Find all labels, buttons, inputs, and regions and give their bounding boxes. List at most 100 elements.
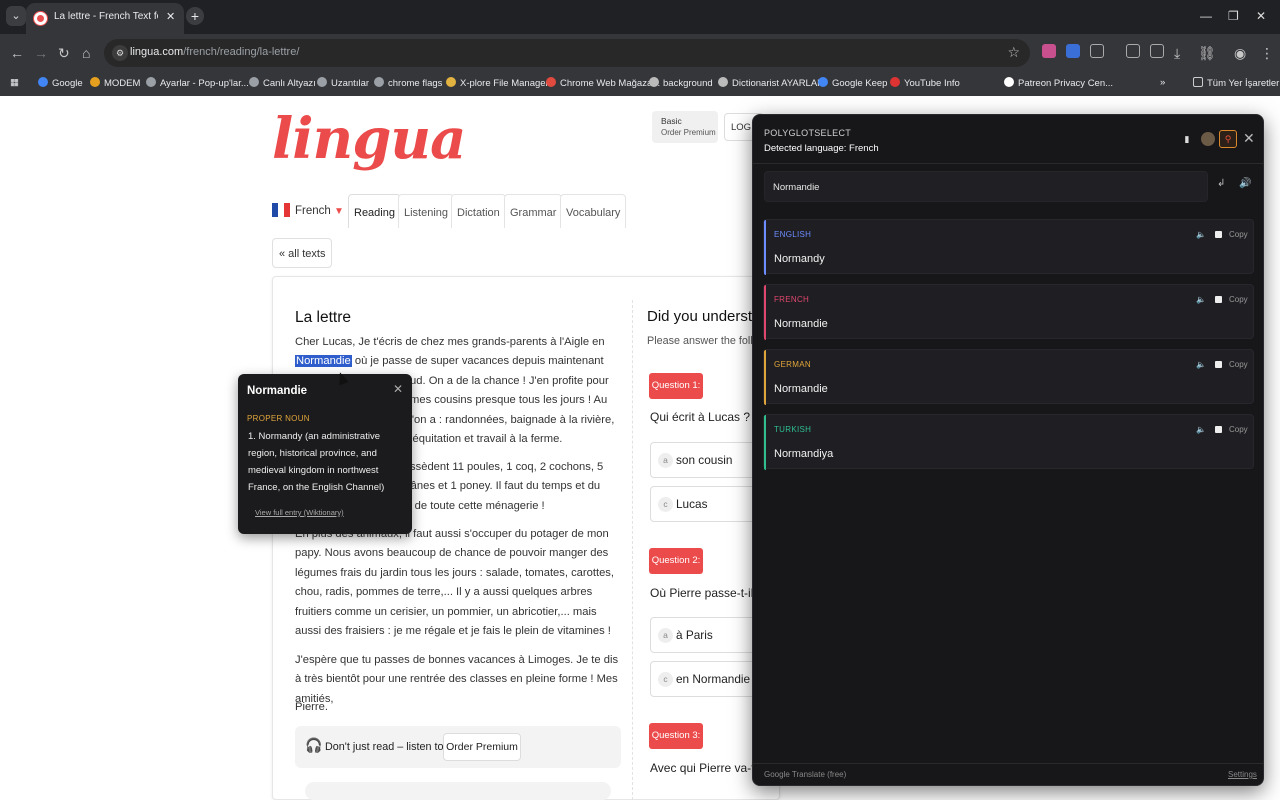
tab-dictation[interactable]: Dictation bbox=[451, 194, 506, 228]
all-bookmarks-link[interactable]: Tüm Yer İşaretleri bbox=[1193, 77, 1280, 89]
stop-icon[interactable] bbox=[1215, 231, 1222, 238]
bookmark-item[interactable]: YouTube Info bbox=[890, 77, 960, 89]
question-badge: Question 1: bbox=[649, 373, 703, 399]
pin-icon[interactable]: ⚲ bbox=[1219, 130, 1237, 148]
bookmark-item[interactable]: Dictionarist AYARLARI bbox=[718, 77, 827, 89]
browser-tab-active[interactable]: La lettre - French Text for Beginners ✕ bbox=[26, 3, 184, 34]
bookmark-favicon-icon bbox=[90, 77, 100, 87]
bookmark-item[interactable]: Patreon Privacy Cen... bbox=[1004, 77, 1113, 89]
url-text: lingua.com/french/reading/la-lettre/ bbox=[130, 46, 300, 58]
translation-input[interactable]: Normandie bbox=[764, 171, 1208, 202]
bookmark-favicon-icon bbox=[146, 77, 156, 87]
restore-icon[interactable]: ❐ bbox=[1228, 9, 1239, 23]
tab-listening[interactable]: Listening bbox=[398, 194, 455, 228]
definition-text: 1. Normandy (an administrative region, h… bbox=[248, 431, 385, 493]
question-text: Avec qui Pierre va-t-il faire du vélo ? bbox=[650, 761, 755, 775]
home-icon[interactable]: ⌂ bbox=[82, 45, 90, 61]
tab-vocabulary[interactable]: Vocabulary bbox=[560, 194, 627, 228]
speaker-icon[interactable]: 🔈 bbox=[1196, 295, 1206, 304]
extension-icon[interactable] bbox=[1150, 44, 1164, 58]
translation-result-german: GERMAN Normandie 🔈 Copy bbox=[763, 349, 1254, 405]
close-panel-icon[interactable]: ✕ bbox=[1243, 130, 1255, 147]
bookmark-star-icon[interactable]: ☆ bbox=[1007, 44, 1020, 61]
panel-footer: Google Translate (free) bbox=[764, 770, 847, 779]
swap-icon[interactable]: ↲ bbox=[1217, 178, 1225, 189]
apps-grid-icon[interactable]: ▦ bbox=[10, 77, 19, 88]
stop-icon[interactable] bbox=[1215, 361, 1222, 368]
caret-down-icon: ▼ bbox=[334, 206, 344, 217]
address-bar[interactable]: ⚙ lingua.com/french/reading/la-lettre/ ☆ bbox=[104, 39, 1030, 67]
copy-button[interactable]: Copy bbox=[1229, 295, 1248, 304]
copy-button[interactable]: Copy bbox=[1229, 230, 1248, 239]
question-text: Qui écrit à Lucas ? bbox=[650, 410, 751, 424]
bookmark-item[interactable]: MODEM bbox=[90, 77, 140, 89]
question-badge: Question 3: bbox=[649, 723, 703, 749]
article-paragraph: En plus des animaux, il faut aussi s'occ… bbox=[295, 528, 614, 638]
bookmark-item[interactable]: chrome flags bbox=[374, 77, 442, 89]
answer-option[interactable]: a son cousin bbox=[650, 442, 760, 478]
link-icon[interactable]: ⛓ bbox=[1198, 45, 1216, 62]
forward-icon[interactable]: → bbox=[34, 45, 48, 61]
answer-option[interactable]: c Lucas bbox=[650, 486, 760, 522]
order-premium-button[interactable]: Order Premium bbox=[443, 733, 521, 761]
all-texts-button[interactable]: « all texts bbox=[272, 238, 333, 268]
stop-icon[interactable] bbox=[1215, 426, 1222, 433]
settings-link[interactable]: Settings bbox=[1228, 770, 1257, 779]
tab-close-icon[interactable]: ✕ bbox=[166, 10, 175, 23]
bookmark-favicon-icon bbox=[1004, 77, 1014, 87]
bookmark-favicon-icon bbox=[446, 77, 456, 87]
profile-icon[interactable]: ◉ bbox=[1234, 45, 1246, 62]
plan-badge[interactable]: Basic Order Premium bbox=[652, 111, 718, 143]
extension-icon[interactable] bbox=[1066, 44, 1080, 58]
tab-title: La lettre - French Text for Beginners bbox=[54, 11, 158, 22]
part-of-speech: PROPER NOUN bbox=[247, 414, 310, 423]
audio-player[interactable] bbox=[305, 782, 611, 800]
bookmark-favicon-icon bbox=[649, 77, 659, 87]
clipboard-icon[interactable]: ▮ bbox=[1180, 132, 1194, 146]
extension-icon[interactable] bbox=[1126, 44, 1140, 58]
speaker-icon[interactable]: 🔊 bbox=[1239, 178, 1251, 189]
stop-icon[interactable] bbox=[1215, 296, 1222, 303]
translation-result-french: FRENCH Normandie 🔈 Copy bbox=[763, 284, 1254, 340]
article-signature: Pierre. bbox=[295, 701, 328, 713]
bookmark-item[interactable]: Google bbox=[38, 77, 83, 89]
extensions-puzzle-icon[interactable] bbox=[1090, 44, 1104, 58]
new-tab-button[interactable]: + bbox=[186, 7, 204, 25]
extension-icon[interactable] bbox=[1042, 44, 1056, 58]
wiktionary-link[interactable]: View full entry (Wiktionary) bbox=[255, 508, 344, 517]
menu-icon[interactable]: ⋮ bbox=[1260, 45, 1274, 62]
tab-reading[interactable]: Reading bbox=[348, 194, 401, 228]
speaker-icon[interactable]: 🔈 bbox=[1196, 425, 1206, 434]
language-selector[interactable]: French ▼ bbox=[272, 203, 344, 217]
speaker-icon[interactable]: 🔈 bbox=[1196, 360, 1206, 369]
answer-option[interactable]: a à Paris bbox=[650, 617, 760, 653]
bookmark-item[interactable]: X-plore File Manager bbox=[446, 77, 549, 89]
more-bookmarks-icon[interactable]: » bbox=[1160, 77, 1165, 88]
tab-search-icon[interactable]: ⌄ bbox=[6, 6, 26, 26]
copy-button[interactable]: Copy bbox=[1229, 425, 1248, 434]
reload-icon[interactable]: ↻ bbox=[58, 45, 70, 62]
minimize-icon[interactable]: — bbox=[1200, 9, 1212, 23]
bookmark-item[interactable]: Uzantılar bbox=[317, 77, 369, 89]
bookmarks-bar: ▦ » Tüm Yer İşaretleri Google MODEM Ayarla… bbox=[0, 72, 1280, 96]
close-window-icon[interactable]: ✕ bbox=[1256, 9, 1266, 23]
bookmark-item[interactable]: background bbox=[649, 77, 713, 89]
avatar-icon[interactable] bbox=[1201, 132, 1215, 146]
back-icon[interactable]: ← bbox=[10, 45, 24, 61]
dictionary-popup: Normandie ✕ PROPER NOUN 1. Normandy (an … bbox=[238, 374, 412, 534]
headphones-icon: 🎧 bbox=[305, 737, 323, 753]
site-info-icon[interactable]: ⚙ bbox=[112, 45, 128, 61]
quiz-subtitle: Please answer the following questions. bbox=[647, 335, 755, 347]
tab-grammar[interactable]: Grammar bbox=[504, 194, 563, 228]
close-icon[interactable]: ✕ bbox=[393, 382, 403, 396]
selected-word[interactable]: Normandie bbox=[295, 355, 352, 368]
bookmark-item[interactable]: Google Keep bbox=[818, 77, 887, 89]
answer-option[interactable]: c en Normandie bbox=[650, 661, 760, 697]
bookmark-item[interactable]: Canlı Altyazı bbox=[249, 77, 316, 89]
bookmark-item[interactable]: Ayarlar - Pop-up'lar... bbox=[146, 77, 249, 89]
download-icon[interactable]: ⤓ bbox=[1174, 45, 1180, 62]
bookmark-item[interactable]: Chrome Web Mağaza... bbox=[546, 77, 660, 89]
speaker-icon[interactable]: 🔈 bbox=[1196, 230, 1206, 239]
copy-button[interactable]: Copy bbox=[1229, 360, 1248, 369]
lingua-logo[interactable]: lingua bbox=[272, 106, 466, 172]
